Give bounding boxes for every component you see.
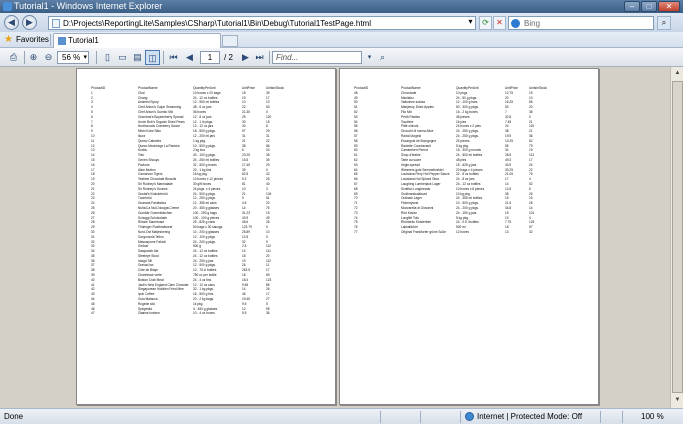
- separator: [420, 411, 421, 423]
- address-input[interactable]: D:\Projects\ReportingLite\Samples\CSharp…: [48, 16, 476, 30]
- two-pages-icon[interactable]: ◫: [145, 50, 160, 65]
- refresh-icon[interactable]: ⟳: [479, 16, 492, 30]
- status-bar: Done Internet | Protected Mode: Off 100 …: [0, 408, 683, 424]
- scroll-up-icon[interactable]: ▲: [672, 68, 683, 79]
- security-zone[interactable]: Internet | Protected Mode: Off: [477, 412, 582, 421]
- print-icon[interactable]: ⎙: [6, 50, 21, 65]
- table-cell: 12 boxes: [456, 229, 469, 234]
- find-input[interactable]: Find...: [272, 51, 362, 64]
- page-number-input[interactable]: 1: [200, 51, 220, 64]
- table-cell: 13: [505, 229, 509, 234]
- scroll-down-icon[interactable]: ▼: [672, 395, 683, 406]
- new-tab-button[interactable]: [222, 35, 238, 47]
- ie-icon: [3, 2, 12, 11]
- separator: [163, 51, 164, 64]
- single-page-icon[interactable]: ▯: [100, 50, 115, 65]
- forward-icon[interactable]: ▶: [22, 15, 37, 30]
- table-cell: 47: [91, 311, 95, 316]
- address-bar: ◀ ▶ D:\Projects\ReportingLite\Samples\CS…: [0, 13, 683, 32]
- find-next-icon[interactable]: ⌕: [375, 50, 390, 65]
- star-icon: ★: [4, 34, 13, 45]
- table-cell: Original Frankfurter grüne Soße: [401, 229, 446, 234]
- first-page-icon[interactable]: ⏮: [166, 50, 181, 65]
- page-total: / 2: [224, 53, 233, 62]
- stop-icon[interactable]: ✕: [493, 16, 506, 30]
- table-cell: 32: [529, 229, 533, 234]
- table-cell: 9.5: [242, 311, 247, 316]
- dropdown-arrow-icon[interactable]: ▾: [464, 16, 477, 30]
- table-cell: 10 - 4 oz boxes: [193, 311, 215, 316]
- scroll-thumb[interactable]: [672, 81, 683, 393]
- maximize-button[interactable]: □: [641, 1, 657, 12]
- status-text: Done: [4, 412, 24, 421]
- table-cell: Zaanse koeken: [138, 311, 160, 316]
- whole-page-icon[interactable]: ▤: [130, 50, 145, 65]
- table-cell: 77: [354, 229, 358, 234]
- separator: [24, 51, 25, 64]
- url-text: D:\Projects\ReportingLite\Samples\CSharp…: [63, 19, 371, 28]
- minimize-button[interactable]: –: [624, 1, 640, 12]
- globe-icon: [465, 412, 474, 421]
- zoom-level[interactable]: 100 %: [641, 412, 664, 421]
- separator: [96, 51, 97, 64]
- close-button[interactable]: ✕: [658, 1, 680, 12]
- separator: [380, 411, 381, 423]
- next-page-icon[interactable]: ▶: [238, 50, 253, 65]
- chevron-down-icon: ▾: [83, 54, 87, 61]
- product-table-page-1: ProductID ProductName QuantityPerUnit Un…: [91, 86, 286, 316]
- back-icon[interactable]: ◀: [4, 15, 19, 30]
- zoom-select[interactable]: 56 % ▾: [57, 51, 89, 64]
- tab-tutorial1[interactable]: Tutorial1: [53, 33, 221, 48]
- search-icon[interactable]: ⌕: [657, 16, 671, 30]
- separator: [269, 51, 270, 64]
- previous-page-icon[interactable]: ◀: [182, 50, 197, 65]
- separator: [50, 34, 51, 46]
- last-page-icon[interactable]: ⏭: [252, 50, 267, 65]
- report-page-1: ProductID ProductName QuantityPerUnit Un…: [76, 68, 336, 405]
- table-row: 77 Original Frankfurter grüne Soße 12 boxe…: [354, 230, 549, 235]
- report-toolbar: ⎙ ⊕ ⊖ 56 % ▾ ▯ ▭ ▤ ◫ ⏮ ◀ 1 / 2 ▶ ⏭ Find..…: [0, 48, 683, 67]
- title-bar: Tutorial1 - Windows Internet Explorer – …: [0, 0, 683, 13]
- zoom-in-icon[interactable]: ⊕: [26, 50, 41, 65]
- tab-label: Tutorial1: [68, 36, 99, 45]
- search-placeholder: Bing: [524, 19, 541, 28]
- separator: [600, 411, 601, 423]
- product-table-page-2: ProductID ProductName QuantityPerUnit Un…: [354, 86, 549, 235]
- window-title: Tutorial1 - Windows Internet Explorer: [14, 1, 163, 11]
- separator: [622, 411, 623, 423]
- zoom-value: 56 %: [62, 53, 81, 62]
- page-width-icon[interactable]: ▭: [115, 50, 130, 65]
- table-row: 47 Zaanse koeken 10 - 4 oz boxes 9.5 36: [91, 311, 286, 316]
- favorites-bar: ★ Favorites Tutorial1: [0, 32, 683, 48]
- page-icon: [58, 37, 66, 45]
- favorites-button[interactable]: Favorites: [16, 35, 49, 44]
- separator: [460, 411, 461, 423]
- bing-icon: [511, 19, 520, 28]
- table-cell: 36: [266, 311, 270, 316]
- vertical-scrollbar[interactable]: ▲ ▼: [670, 67, 683, 408]
- report-page-2: ProductID ProductName QuantityPerUnit Un…: [339, 68, 599, 405]
- page-icon: [52, 19, 60, 28]
- search-input[interactable]: Bing: [508, 16, 654, 30]
- zoom-out-icon[interactable]: ⊖: [41, 50, 56, 65]
